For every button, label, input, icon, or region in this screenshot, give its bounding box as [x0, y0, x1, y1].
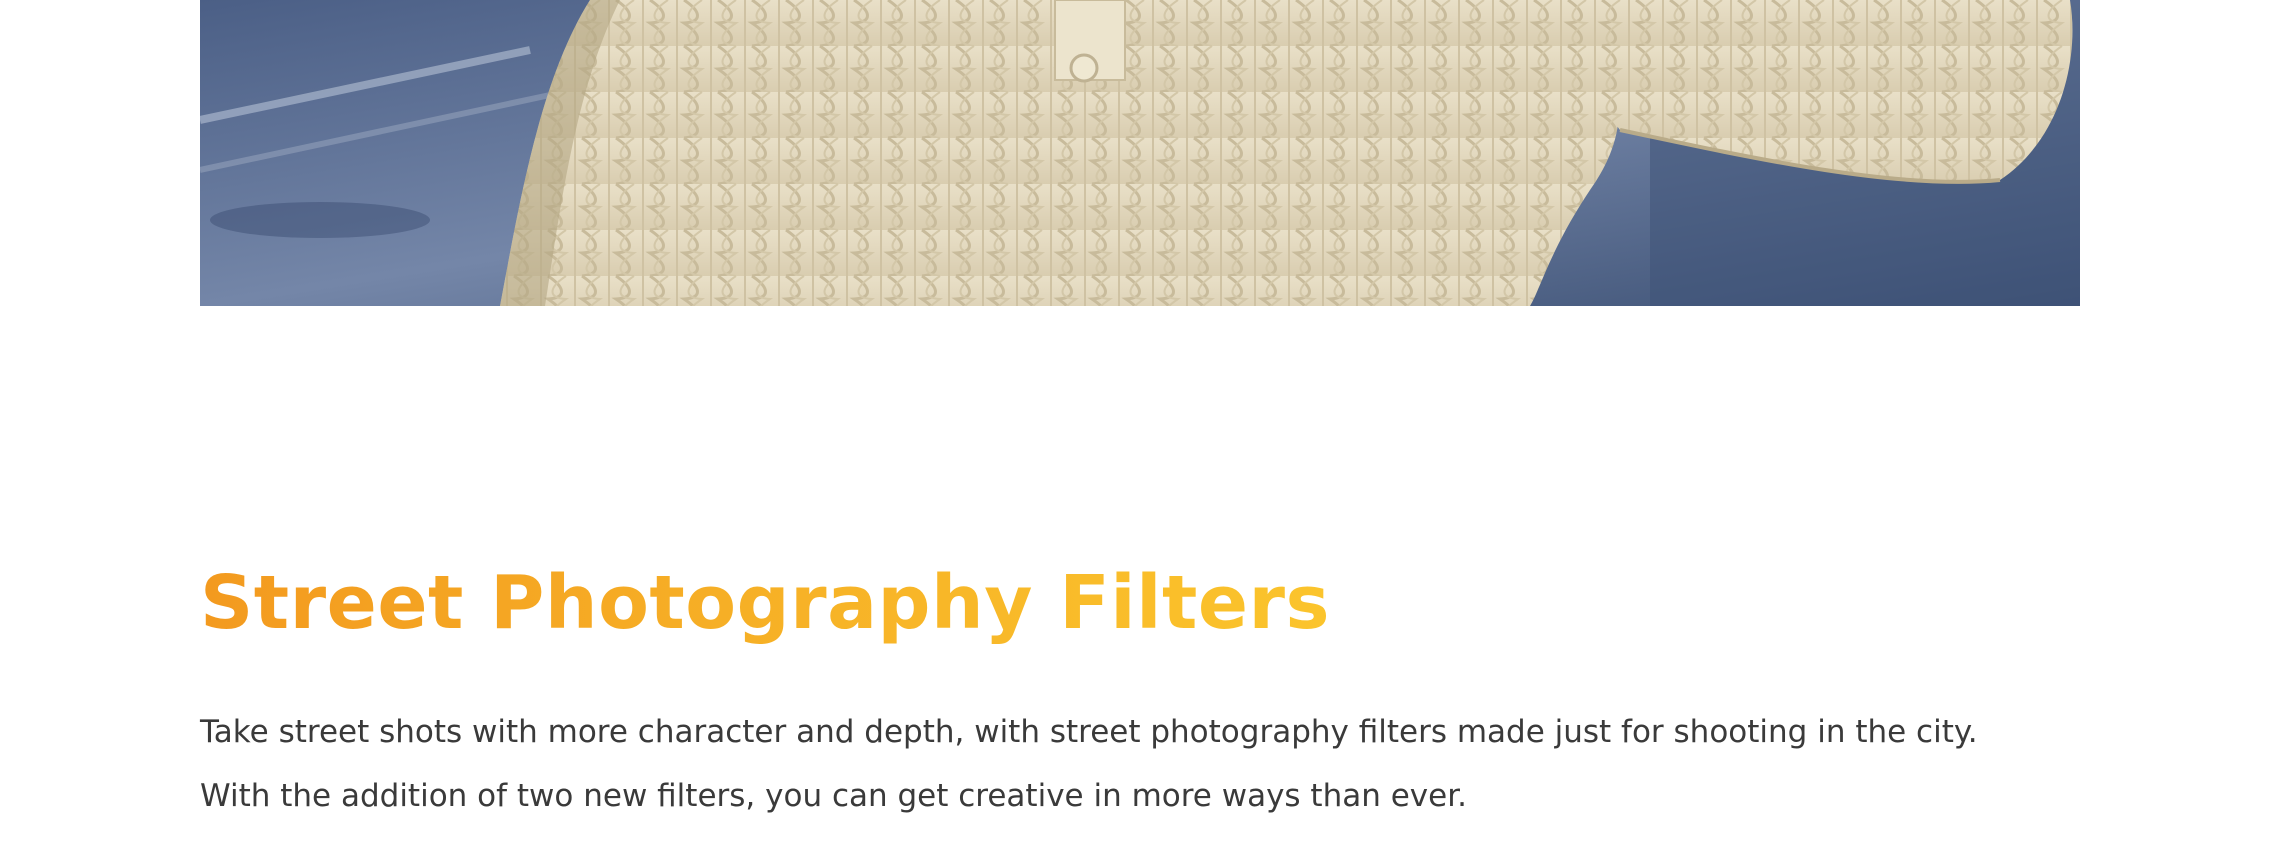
- sweater-photo-illustration: [200, 0, 2080, 306]
- description-line-2: With the addition of two new filters, yo…: [200, 778, 1467, 814]
- description-line-1: Take street shots with more character an…: [200, 714, 1978, 750]
- hero-photo: [200, 0, 2080, 306]
- section-title: Street Photography Filters: [200, 560, 1331, 646]
- section-description: Take street shots with more character an…: [200, 700, 2100, 828]
